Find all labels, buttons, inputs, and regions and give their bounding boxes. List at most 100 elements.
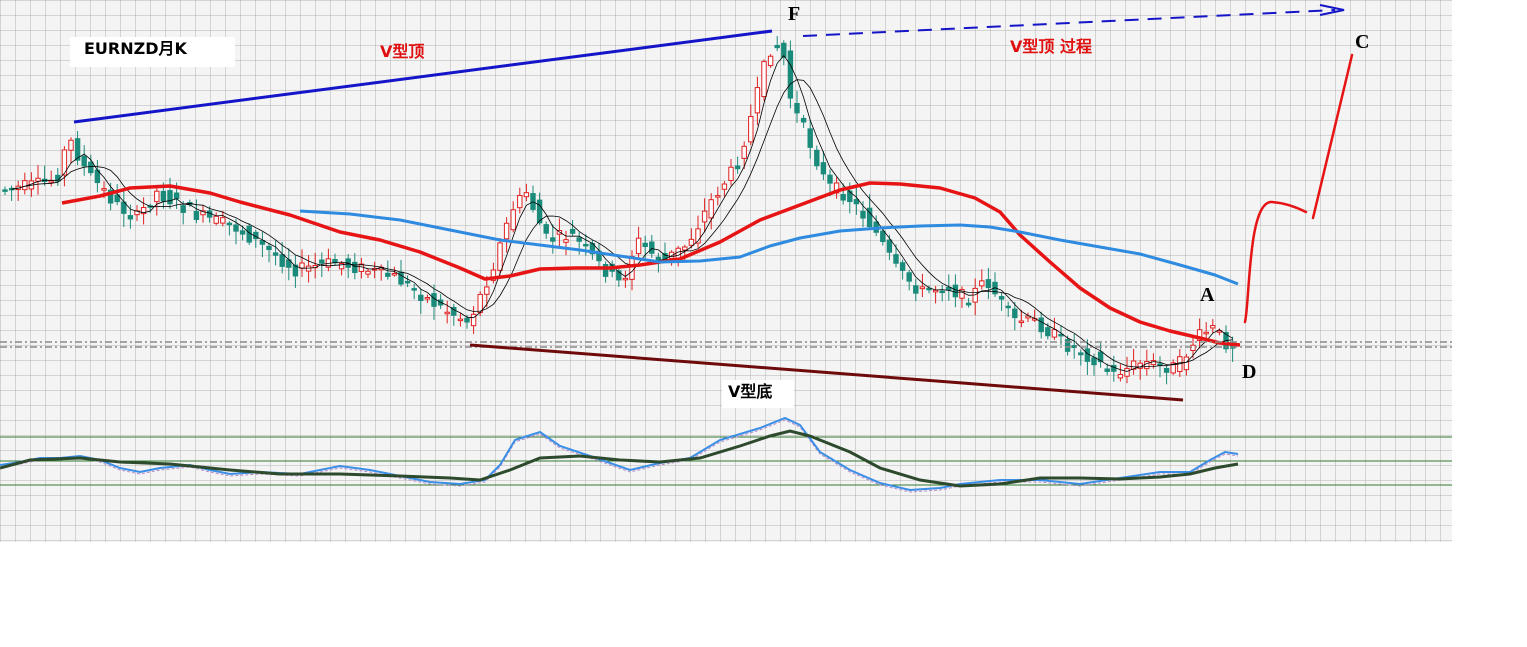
v-top-process-label: V型顶 过程 xyxy=(1010,37,1092,56)
point-a-label: A xyxy=(1200,284,1215,306)
candle-body xyxy=(965,302,972,306)
candle-body xyxy=(708,199,714,219)
candle-body xyxy=(1203,331,1209,335)
candle-body xyxy=(239,230,246,235)
candle-body xyxy=(682,246,688,251)
candle-body xyxy=(807,128,813,148)
candle-body xyxy=(154,190,160,203)
candle-body xyxy=(1078,352,1084,356)
candle-body xyxy=(880,230,886,242)
candle-body xyxy=(193,211,200,220)
candle-body xyxy=(761,61,767,98)
candle-body xyxy=(279,254,285,267)
candle-body xyxy=(543,224,549,234)
candle-body xyxy=(391,273,398,276)
candle-body xyxy=(569,228,576,234)
candle-body xyxy=(497,242,503,271)
candle-body xyxy=(88,161,94,174)
v-bottom-label: V型底 xyxy=(728,382,773,401)
candle-body xyxy=(767,55,774,67)
candle-body xyxy=(734,165,741,170)
candle-body xyxy=(1038,317,1044,333)
candle-body xyxy=(319,259,325,264)
candle-body xyxy=(787,50,794,99)
candle-body xyxy=(213,215,219,224)
candle-body xyxy=(167,190,173,205)
candle-body xyxy=(233,224,239,232)
candle-body xyxy=(913,285,919,294)
candle-body xyxy=(998,296,1005,300)
candle-body xyxy=(932,289,939,293)
candle-body xyxy=(305,265,312,272)
candle-body xyxy=(457,318,464,322)
v-bottom-trendline xyxy=(469,343,1184,402)
point-d-label: D xyxy=(1242,361,1257,383)
candle-body xyxy=(642,242,648,248)
candle-body xyxy=(860,210,866,219)
candle-body xyxy=(1157,363,1163,366)
candle-body xyxy=(503,222,510,240)
candle-body xyxy=(1163,367,1170,373)
candle-body xyxy=(1091,357,1097,366)
candle-body xyxy=(68,139,74,151)
candle-body xyxy=(1051,329,1058,338)
candle-body xyxy=(906,272,912,282)
projection-dashed-line xyxy=(802,9,1336,37)
candle-body xyxy=(1190,344,1196,352)
candle-body xyxy=(774,44,780,49)
candle-body xyxy=(622,277,629,281)
candle-body xyxy=(741,145,747,159)
candle-body xyxy=(576,237,582,242)
candle-body xyxy=(583,243,589,247)
candle-body xyxy=(985,279,992,289)
candle-body xyxy=(484,286,490,295)
candlestick-series xyxy=(2,36,1236,385)
candle-body xyxy=(180,205,186,213)
candle-body xyxy=(899,262,906,271)
candle-body xyxy=(101,188,107,191)
candle-body xyxy=(728,166,734,182)
moving-average-blue xyxy=(299,209,1239,286)
candle-body xyxy=(444,311,450,315)
chart-overlay xyxy=(0,4,1452,493)
candle-body xyxy=(840,194,846,201)
candle-body xyxy=(352,261,358,274)
candle-body xyxy=(510,209,516,231)
candle-body xyxy=(794,102,800,114)
candle-body xyxy=(365,270,371,275)
candle-body xyxy=(635,237,642,255)
candle-body xyxy=(827,174,833,184)
candle-body xyxy=(853,199,860,205)
candle-body xyxy=(220,217,226,224)
candle-body xyxy=(160,190,167,202)
candle-body xyxy=(424,296,431,300)
candle-body xyxy=(226,222,233,226)
candle-body xyxy=(893,254,899,264)
candle-body xyxy=(1124,367,1130,377)
candle-body xyxy=(411,288,417,291)
candle-body xyxy=(404,280,411,284)
candle-body xyxy=(1018,320,1025,323)
oscillator-reference-lines xyxy=(0,436,1452,486)
candle-body xyxy=(952,284,959,298)
candle-body xyxy=(1005,305,1011,309)
candle-body xyxy=(127,215,134,220)
candle-body xyxy=(820,162,827,175)
candle-body xyxy=(675,247,681,259)
candle-body xyxy=(1117,374,1124,379)
candle-body xyxy=(814,149,820,167)
candle-body xyxy=(629,256,635,280)
symbol-label: EURNZD月K xyxy=(84,39,187,58)
candle-body xyxy=(385,272,391,277)
v-top-label: V型顶 xyxy=(380,42,425,61)
candle-body xyxy=(919,286,926,290)
candle-body xyxy=(48,180,54,183)
candle-body xyxy=(35,177,41,182)
oscillator-lines xyxy=(0,416,1239,493)
candle-body xyxy=(688,238,695,246)
candle-body xyxy=(517,194,523,209)
candle-body xyxy=(748,116,754,143)
candle-body xyxy=(701,210,708,223)
candle-body xyxy=(1150,360,1157,366)
candle-body xyxy=(272,252,279,256)
